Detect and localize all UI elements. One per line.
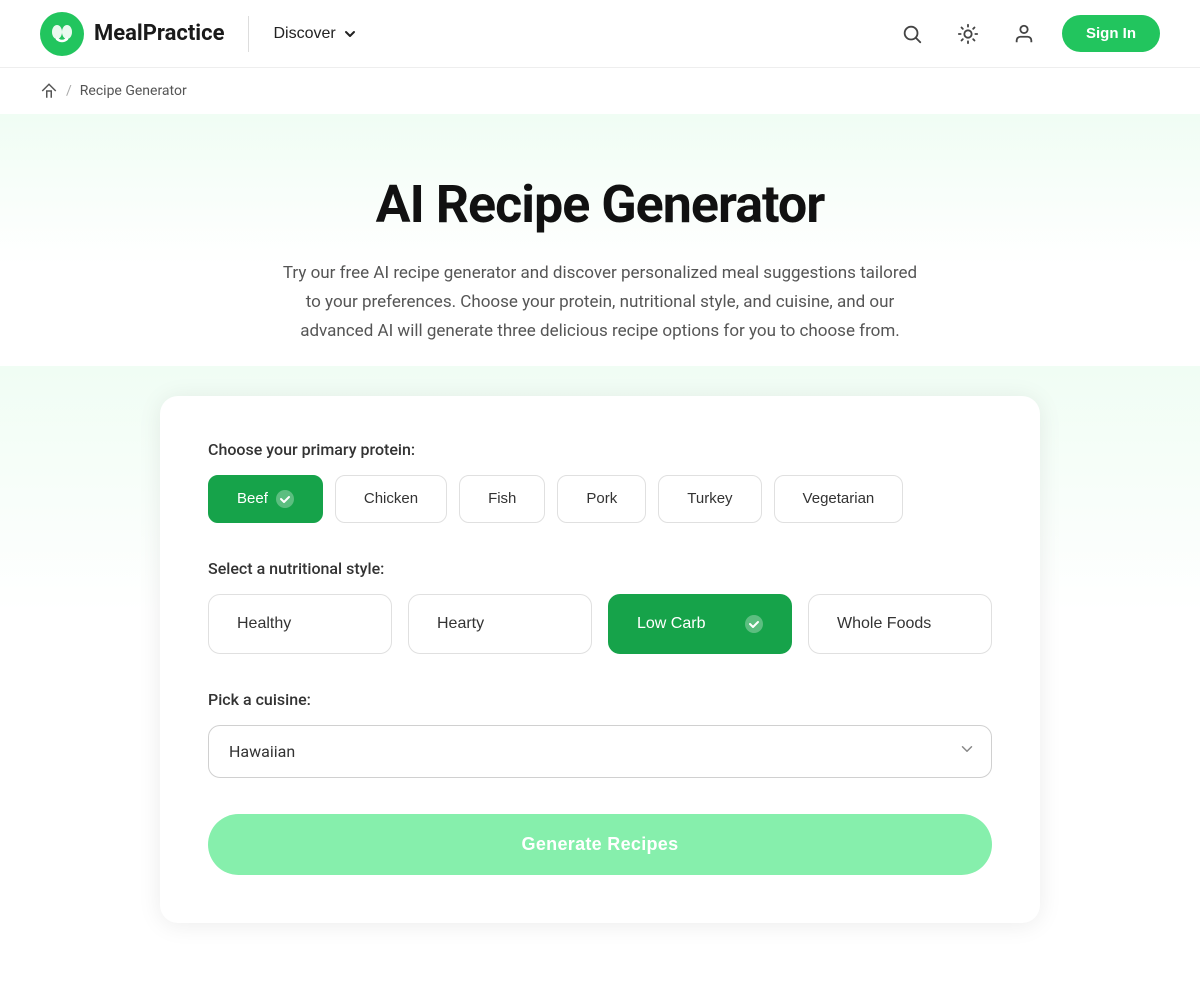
protein-chicken[interactable]: Chicken: [335, 475, 447, 523]
theme-toggle-button[interactable]: [950, 16, 986, 52]
cuisine-section-label: Pick a cuisine:: [208, 690, 992, 709]
protein-turkey[interactable]: Turkey: [658, 475, 761, 523]
hero-section: AI Recipe Generator Try our free AI reci…: [0, 114, 1200, 366]
cuisine-select[interactable]: American Chinese French Greek Hawaiian I…: [208, 725, 992, 778]
protein-pork[interactable]: Pork: [557, 475, 646, 523]
protein-section-label: Choose your primary protein:: [208, 440, 992, 459]
nutrition-healthy[interactable]: Healthy: [208, 594, 392, 654]
recipe-generator-card: Choose your primary protein: Beef Chicke…: [160, 396, 1040, 923]
nav-right: Sign In: [894, 15, 1160, 52]
protein-beef[interactable]: Beef: [208, 475, 323, 523]
cuisine-section: Pick a cuisine: American Chinese French …: [208, 690, 992, 778]
beef-check-icon: [276, 490, 294, 508]
navbar: MealPractice Discover Sign In: [0, 0, 1200, 68]
protein-options: Beef Chicken Fish Pork Turkey Vegetarian: [208, 475, 992, 523]
hero-description: Try our free AI recipe generator and dis…: [280, 259, 920, 346]
nutrition-whole-foods[interactable]: Whole Foods: [808, 594, 992, 654]
search-button[interactable]: [894, 16, 930, 52]
user-button[interactable]: [1006, 16, 1042, 52]
breadcrumb: / Recipe Generator: [0, 68, 1200, 114]
logo-icon: [40, 12, 84, 56]
nutrition-low-carb[interactable]: Low Carb: [608, 594, 792, 654]
nutrition-options: Healthy Hearty Low Carb Whole Foods: [208, 594, 992, 654]
hero-title: AI Recipe Generator: [40, 174, 1160, 235]
user-icon: [1013, 23, 1035, 45]
discover-button[interactable]: Discover: [273, 25, 357, 43]
logo-text: MealPractice: [94, 21, 224, 46]
chevron-down-icon: [342, 26, 358, 42]
nutrition-section-label: Select a nutritional style:: [208, 559, 992, 578]
logo-link[interactable]: MealPractice: [40, 12, 224, 56]
nutrition-hearty[interactable]: Hearty: [408, 594, 592, 654]
protein-vegetarian[interactable]: Vegetarian: [774, 475, 904, 523]
nav-divider: [248, 16, 249, 52]
signin-button[interactable]: Sign In: [1062, 15, 1160, 52]
card-wrapper: Choose your primary protein: Beef Chicke…: [0, 366, 1200, 983]
search-icon: [901, 23, 923, 45]
protein-fish[interactable]: Fish: [459, 475, 545, 523]
low-carb-check-icon: [745, 615, 763, 633]
sun-icon: [957, 23, 979, 45]
home-icon: [40, 82, 58, 100]
generate-recipes-button[interactable]: Generate Recipes: [208, 814, 992, 875]
cuisine-select-wrapper: American Chinese French Greek Hawaiian I…: [208, 725, 992, 778]
